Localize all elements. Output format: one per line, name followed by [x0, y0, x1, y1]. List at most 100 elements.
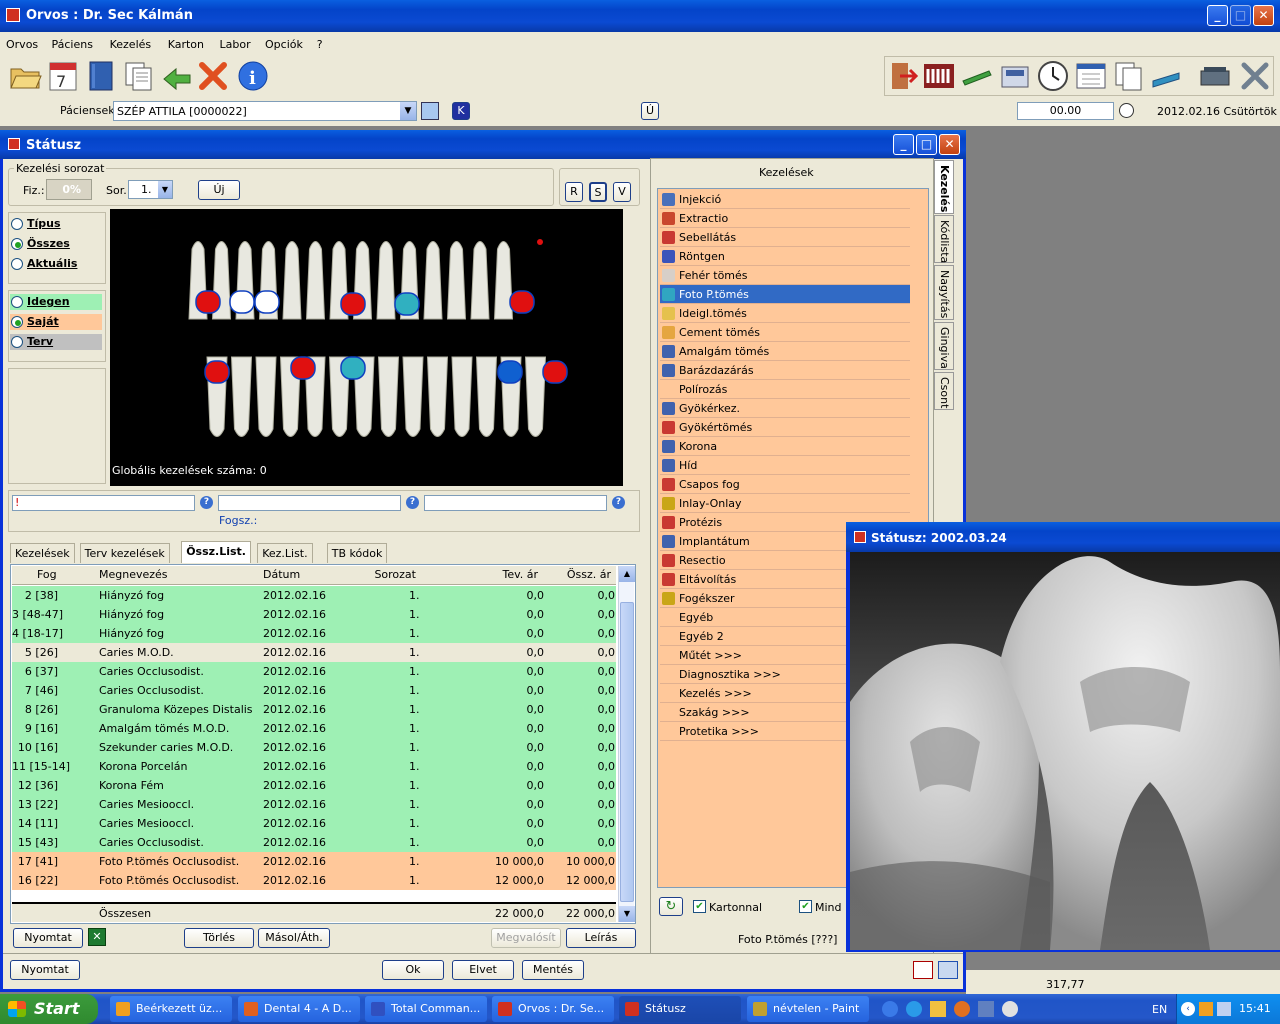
- table-row[interactable]: 11 [15-14] Korona Porcelán 2012.02.16 1. 0,0…: [12, 757, 616, 776]
- app-icon-2[interactable]: [978, 1001, 994, 1017]
- table-row[interactable]: 14 [11] Caries Mesiooccl. 2012.02.16 1. 0,0 0…: [12, 814, 616, 833]
- cancel-button[interactable]: Elvet: [452, 960, 514, 980]
- treatment-item[interactable]: Ideigl.tömés: [660, 304, 910, 323]
- save-button[interactable]: Mentés: [522, 960, 584, 980]
- clock-icon[interactable]: [1036, 59, 1070, 93]
- lower-tooth[interactable]: [377, 356, 400, 437]
- chevron-down-icon[interactable]: ▼: [400, 102, 416, 120]
- tab-tervkezelsek[interactable]: Terv kezelések: [79, 543, 170, 563]
- radio-terv[interactable]: Terv: [10, 334, 102, 350]
- lang-indicator[interactable]: EN: [1152, 1003, 1167, 1016]
- main-title-bar[interactable]: Orvos : Dr. Sec Kálmán _ □ ✕: [0, 0, 1280, 32]
- taskbar-item[interactable]: névtelen - Paint: [747, 996, 869, 1022]
- info-field-3[interactable]: [424, 495, 607, 511]
- lower-tooth[interactable]: [230, 356, 253, 437]
- treatment-item[interactable]: Injekció: [660, 190, 910, 209]
- radio-circle[interactable]: [11, 218, 23, 230]
- upper-tooth[interactable]: [470, 241, 490, 320]
- menu-item[interactable]: Orvos: [6, 38, 38, 51]
- treatment-item[interactable]: Polírozás: [660, 380, 910, 399]
- menu-item[interactable]: Karton: [168, 38, 204, 51]
- table-row[interactable]: 10 [16] Szekunder caries M.O.D. 2012.02.16…: [12, 738, 616, 757]
- table-row[interactable]: 2 [38] Hiányzó fog 2012.02.16 1. 0,0 0,0: [12, 586, 616, 605]
- tray-arrow-icon[interactable]: ‹: [1181, 1002, 1195, 1016]
- treatment-item[interactable]: Csapos fog: [660, 475, 910, 494]
- taskbar-item[interactable]: Státusz: [619, 996, 741, 1022]
- book-icon[interactable]: [84, 59, 118, 93]
- taskbar-item[interactable]: Total Comman...: [365, 996, 487, 1022]
- fiz-field[interactable]: 0%: [46, 179, 92, 200]
- delete-icon[interactable]: [196, 59, 230, 93]
- table-row[interactable]: 7 [46] Caries Occlusodist. 2012.02.16 1. 0,0…: [12, 681, 616, 700]
- clock[interactable]: 15:41: [1239, 1002, 1271, 1015]
- copy-icon[interactable]: [122, 59, 156, 93]
- radio-aktuális[interactable]: Aktuális: [10, 256, 102, 272]
- column-header[interactable]: Sorozat: [345, 568, 420, 581]
- upper-tooth[interactable]: [493, 241, 514, 320]
- tray-icon-2[interactable]: [1217, 1002, 1231, 1016]
- treatment-item[interactable]: Gyökértömés: [660, 418, 910, 437]
- treatment-item[interactable]: Gyökérkez.: [660, 399, 910, 418]
- upper-tooth[interactable]: [376, 241, 396, 320]
- help-icon-2[interactable]: ?: [406, 496, 419, 509]
- side-tab-nagyts[interactable]: Nagyítás: [934, 265, 954, 320]
- menu-item[interactable]: ?: [317, 38, 323, 51]
- close-button[interactable]: ✕: [1253, 5, 1274, 26]
- resize-icon[interactable]: [913, 961, 933, 979]
- excel-icon[interactable]: ✕: [88, 928, 106, 946]
- view-v-button[interactable]: V: [613, 182, 631, 202]
- info-icon[interactable]: i: [236, 59, 270, 93]
- time-field[interactable]: 00.00: [1017, 102, 1114, 120]
- table-row[interactable]: 12 [36] Korona Fém 2012.02.16 1. 0,0 0,0: [12, 776, 616, 795]
- treatment-item[interactable]: Cement tömés: [660, 323, 910, 342]
- documents-icon[interactable]: [1112, 59, 1146, 93]
- scroll-up-icon[interactable]: ▲: [619, 566, 635, 582]
- lower-tooth[interactable]: [255, 356, 277, 437]
- cash-register-icon[interactable]: [998, 59, 1032, 93]
- info-field-1[interactable]: !: [12, 495, 195, 511]
- patient-select[interactable]: SZÉP ATTILA [0000022] ▼: [113, 101, 417, 121]
- menu-item[interactable]: Kezelés: [110, 38, 152, 51]
- lower-tooth[interactable]: [426, 356, 449, 437]
- menu-item[interactable]: Páciens: [52, 38, 93, 51]
- column-header[interactable]: Dátum: [263, 568, 343, 581]
- scanner-icon[interactable]: [1150, 59, 1184, 93]
- side-tab-kdlista[interactable]: Kódlista: [934, 215, 954, 263]
- back-arrow-icon[interactable]: [160, 59, 194, 93]
- ok-button[interactable]: Ok: [382, 960, 444, 980]
- table-row[interactable]: 13 [22] Caries Mesiooccl. 2012.02.16 1. 0,0 0…: [12, 795, 616, 814]
- grid-view-icon[interactable]: [938, 961, 958, 979]
- treatment-item[interactable]: Amalgám tömés: [660, 342, 910, 361]
- upper-tooth[interactable]: [305, 241, 326, 320]
- side-tab-csont[interactable]: Csont: [934, 372, 954, 410]
- taskbar-item[interactable]: Beérkezett üz...: [110, 996, 232, 1022]
- firefox-icon[interactable]: [954, 1001, 970, 1017]
- scroll-down-icon[interactable]: ▼: [619, 906, 635, 922]
- realize-button[interactable]: Megvalósít: [491, 928, 561, 948]
- table-row[interactable]: 17 [41] Foto P.tömés Occlusodist. 2012.02.…: [12, 852, 616, 871]
- exit-x-icon[interactable]: [1238, 59, 1272, 93]
- info-field-2[interactable]: [218, 495, 401, 511]
- status-close-button[interactable]: ✕: [939, 134, 960, 155]
- table-row[interactable]: 3 [48-47] Hiányzó fog 2012.02.16 1. 0,0 0,0: [12, 605, 616, 624]
- status-minimize-button[interactable]: _: [893, 134, 914, 155]
- table-row[interactable]: 16 [22] Foto P.tömés Occlusodist. 2012.02.…: [12, 871, 616, 890]
- column-header[interactable]: Megnevezés: [99, 568, 259, 581]
- calendar-icon[interactable]: 7: [46, 59, 80, 93]
- sor-chevron-icon[interactable]: ▼: [158, 181, 172, 198]
- sor-select[interactable]: 1. ▼: [128, 180, 173, 199]
- exit-door-icon[interactable]: [886, 59, 920, 93]
- lower-tooth[interactable]: [451, 356, 473, 437]
- patient-card-icon[interactable]: [421, 102, 439, 120]
- view-r-button[interactable]: R: [565, 182, 583, 202]
- copy-move-button[interactable]: Másol/Áth.: [258, 928, 330, 948]
- tab-tbkdok[interactable]: TB kódok: [326, 543, 388, 563]
- radio-idegen[interactable]: Idegen: [10, 294, 102, 310]
- status-maximize-button[interactable]: □: [916, 134, 937, 155]
- upper-tooth[interactable]: [282, 241, 302, 320]
- delete-button[interactable]: Törlés: [184, 928, 254, 948]
- k-button[interactable]: K: [452, 102, 470, 120]
- side-tab-kezels[interactable]: Kezelés: [934, 160, 954, 214]
- radio-circle[interactable]: [11, 296, 23, 308]
- column-header[interactable]: Fog: [37, 568, 97, 581]
